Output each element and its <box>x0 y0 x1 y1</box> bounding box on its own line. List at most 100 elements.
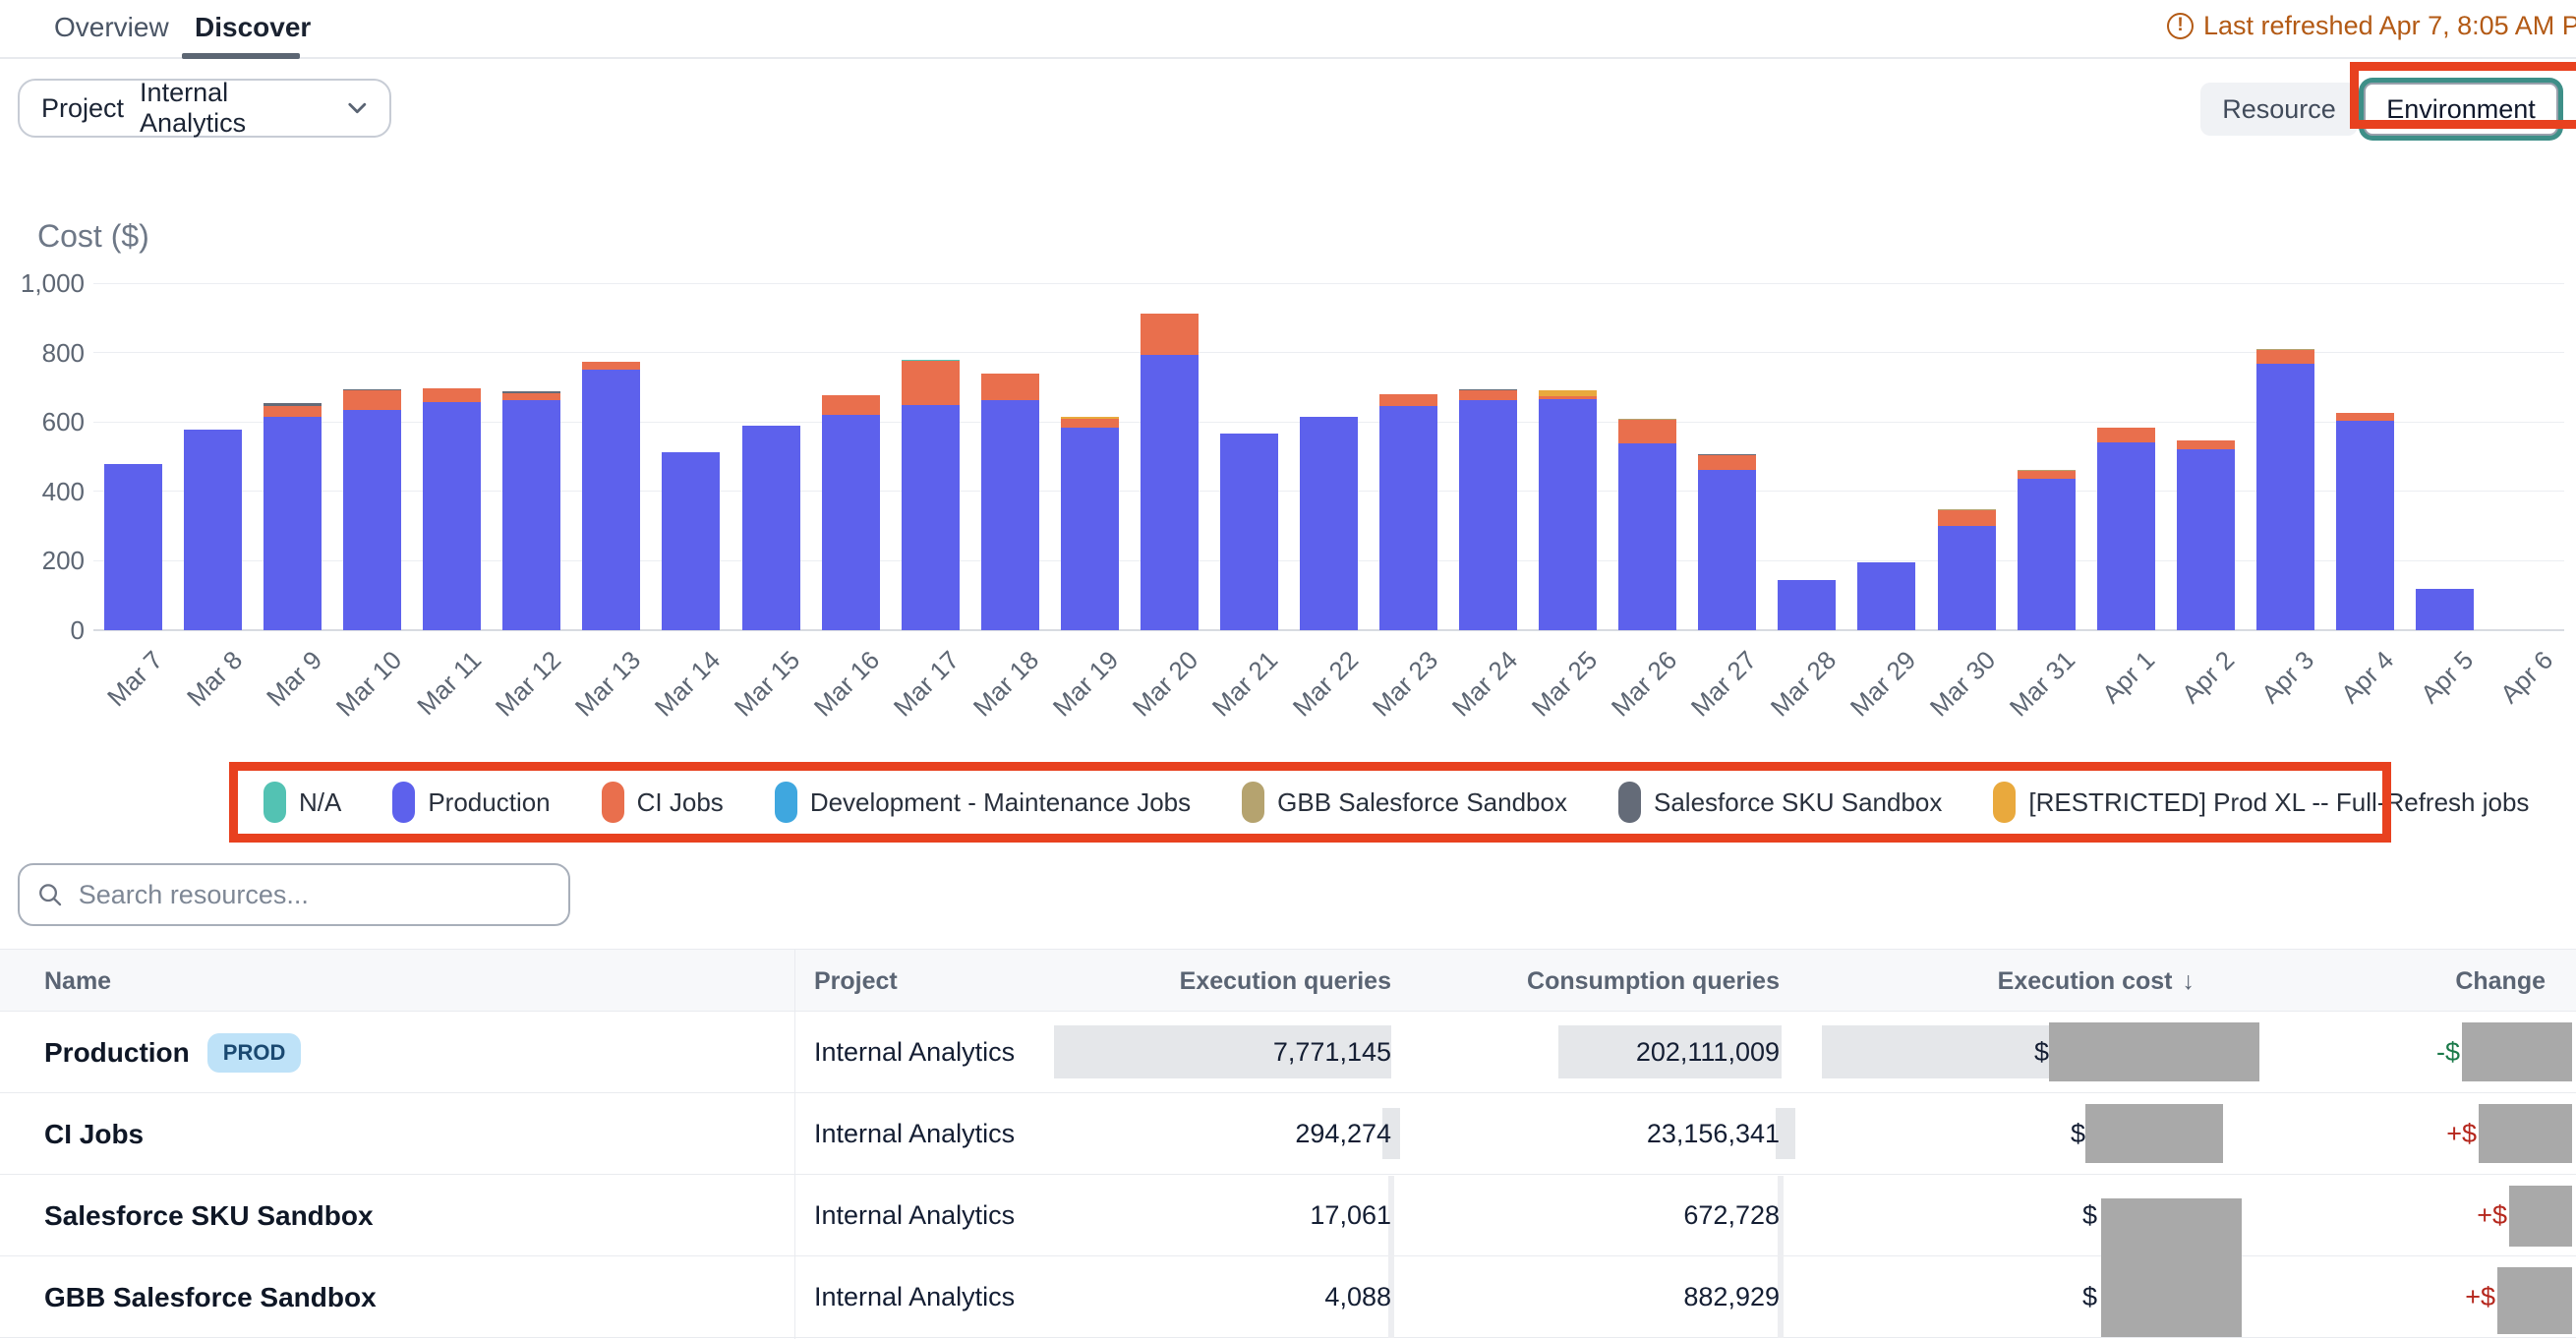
y-tick-label: 800 <box>6 338 85 369</box>
bar-segment <box>1141 314 1199 356</box>
bar-mar-26 <box>1618 419 1676 630</box>
group-by-environment-button[interactable]: Environment <box>2364 83 2558 136</box>
last-refreshed-text: Last refreshed Apr 7, 8:05 AM PD <box>2203 11 2576 41</box>
bar-mar-16 <box>822 395 880 630</box>
bar-mar-31 <box>2018 470 2076 630</box>
y-tick-label: 1,000 <box>6 268 85 299</box>
bar-apr-5 <box>2416 589 2474 630</box>
bar-segment <box>902 361 960 404</box>
legend-item-development-maintenance-jobs[interactable]: Development - Maintenance Jobs <box>775 782 1191 823</box>
x-tick-label: Mar 10 <box>329 645 407 723</box>
chart-plot-area <box>93 283 2564 630</box>
bar-segment <box>423 402 481 630</box>
bar-segment <box>2336 421 2394 630</box>
column-header-project[interactable]: Project <box>814 950 898 1013</box>
project-dropdown[interactable]: Project Internal Analytics <box>18 79 391 138</box>
x-tick-label: Mar 12 <box>490 645 567 723</box>
x-tick-label: Apr 5 <box>2415 645 2480 710</box>
legend-item-ci-jobs[interactable]: CI Jobs <box>602 782 724 823</box>
bar-segment <box>1141 355 1199 630</box>
bar-segment <box>343 410 401 631</box>
execution-queries-cell: 17,061 <box>978 1175 1391 1256</box>
x-tick-label: Mar 9 <box>261 645 328 713</box>
bar-mar-28 <box>1778 580 1836 630</box>
tab-overview[interactable]: Overview <box>54 12 169 43</box>
bar-segment <box>2177 449 2235 630</box>
bar-segment <box>822 395 880 415</box>
x-tick-label: Mar 29 <box>1844 645 1922 723</box>
search-box <box>18 863 570 926</box>
x-tick-label: Apr 1 <box>2096 645 2161 710</box>
search-input[interactable] <box>79 880 551 910</box>
bar-mar-11 <box>423 388 481 630</box>
bar-mar-15 <box>742 426 800 630</box>
legend-item-n-a[interactable]: N/A <box>263 782 341 823</box>
bar-segment <box>104 464 162 630</box>
legend-swatch <box>263 782 286 823</box>
bar-segment <box>1459 400 1517 630</box>
bar-segment <box>2018 479 2076 630</box>
chevron-down-icon <box>347 101 368 115</box>
active-tab-underline <box>182 53 300 59</box>
bar-segment <box>2018 471 2076 479</box>
x-tick-label: Mar 8 <box>181 645 249 713</box>
tab-discover[interactable]: Discover <box>195 12 311 43</box>
bar-segment <box>2256 350 2314 364</box>
x-tick-label: Apr 6 <box>2495 645 2560 710</box>
bar-segment <box>1379 406 1437 630</box>
execution-cost-prefix: $ <box>2038 1256 2097 1338</box>
bar-segment <box>2097 442 2155 630</box>
bar-segment <box>1618 443 1676 630</box>
bar-segment <box>1061 428 1119 630</box>
resource-name: GBB Salesforce Sandbox <box>44 1282 377 1313</box>
legend-label: Salesforce SKU Sandbox <box>1654 787 1942 818</box>
x-tick-label: Mar 27 <box>1685 645 1763 723</box>
x-tick-label: Mar 22 <box>1286 645 1364 723</box>
bar-segment <box>1618 420 1676 443</box>
bar-mar-20 <box>1141 314 1199 630</box>
bar-segment <box>1938 510 1996 526</box>
x-tick-label: Mar 13 <box>569 645 647 723</box>
legend-swatch <box>602 782 624 823</box>
project-dropdown-label: Project <box>41 93 124 124</box>
consumption-queries-cell: 23,156,341 <box>1367 1093 1780 1175</box>
legend-item--restricted-prod-xl-full-refresh-jobs[interactable]: [RESTRICTED] Prod XL -- Full-Refresh job… <box>1993 782 2529 823</box>
bar-segment <box>263 406 322 417</box>
legend-item-production[interactable]: Production <box>392 782 550 823</box>
bar-segment <box>2256 364 2314 630</box>
chart-legend: N/A Production CI Jobs Development - Mainte… <box>244 777 2377 828</box>
search-icon <box>37 881 63 908</box>
column-header-change[interactable]: Change <box>2133 950 2546 1013</box>
bar-segment <box>1857 562 1915 630</box>
bar-segment <box>184 430 242 630</box>
bar-apr-1 <box>2097 428 2155 630</box>
project-dropdown-value: Internal Analytics <box>140 78 327 139</box>
execution-cost-prefix: $ <box>2038 1175 2097 1256</box>
redacted-value-box <box>2085 1104 2223 1163</box>
y-tick-label: 200 <box>6 546 85 576</box>
legend-swatch <box>1618 782 1641 823</box>
legend-swatch <box>392 782 415 823</box>
legend-swatch <box>1242 782 1264 823</box>
legend-item-gbb-salesforce-sandbox[interactable]: GBB Salesforce Sandbox <box>1242 782 1567 823</box>
column-header-consumption-queries[interactable]: Consumption queries <box>1367 950 1780 1013</box>
change-prefix: +$ <box>2438 1175 2507 1256</box>
group-by-resource-button[interactable]: Resource <box>2200 83 2358 136</box>
column-header-name[interactable]: Name <box>44 950 111 1013</box>
bar-mar-29 <box>1857 562 1915 630</box>
y-tick-label: 400 <box>6 477 85 507</box>
x-tick-label: Mar 18 <box>967 645 1045 723</box>
execution-queries-cell: 294,274 <box>978 1093 1391 1175</box>
bar-segment <box>582 370 640 630</box>
legend-swatch <box>775 782 797 823</box>
legend-item-salesforce-sku-sandbox[interactable]: Salesforce SKU Sandbox <box>1618 782 1942 823</box>
redacted-value-box <box>2479 1104 2572 1163</box>
redacted-value-box <box>2509 1186 2572 1247</box>
x-tick-label: Mar 17 <box>888 645 966 723</box>
change-prefix: +$ <box>2427 1256 2495 1338</box>
cost-dashboard: Overview Discover ! Last refreshed Apr 7… <box>0 0 2576 1339</box>
column-header-execution-queries[interactable]: Execution queries <box>978 950 1391 1013</box>
x-tick-label: Mar 30 <box>1924 645 2002 723</box>
resource-name: CI Jobs <box>44 1119 144 1150</box>
y-tick-label: 600 <box>6 407 85 437</box>
